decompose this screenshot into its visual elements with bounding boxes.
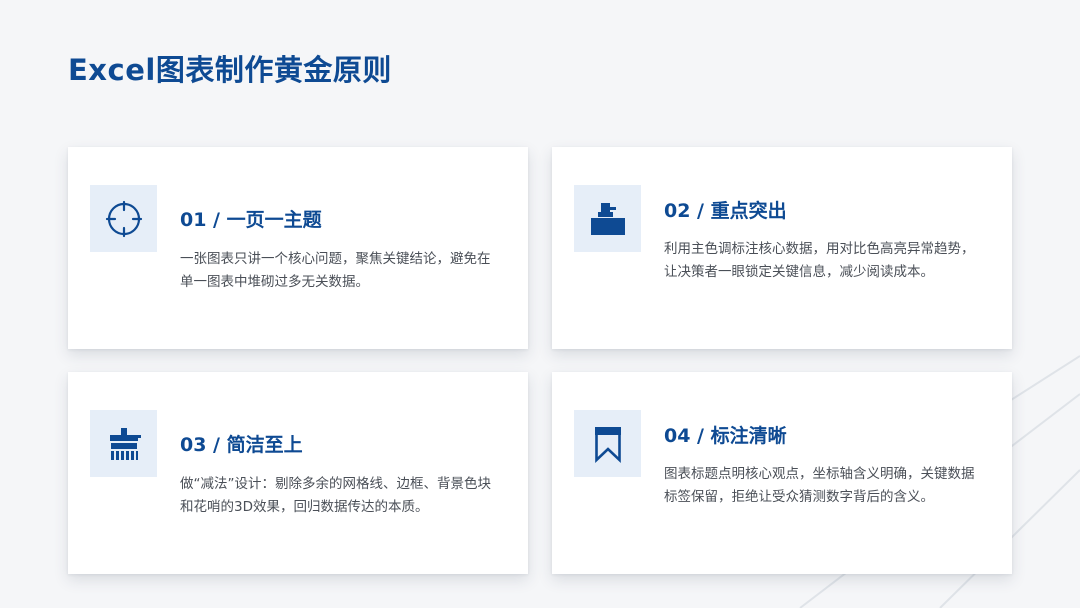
principle-card-2: 02 / 重点突出 利用主色调标注核心数据，用对比色高亮异常趋势，让决策者一眼锁… bbox=[552, 147, 1012, 349]
card-title: 02 / 重点突出 bbox=[664, 200, 787, 222]
card-title: 03 / 简洁至上 bbox=[180, 434, 303, 456]
principle-card-3: 03 / 简洁至上 做“减法”设计：剔除多余的网格线、边框、背景色块和花哨的3D… bbox=[68, 372, 528, 574]
card-title: 01 / 一页一主题 bbox=[180, 209, 322, 231]
page-title: Excel图表制作黄金原则 bbox=[68, 53, 392, 87]
stamp-icon bbox=[590, 202, 625, 235]
card-description: 利用主色调标注核心数据，用对比色高亮异常趋势，让决策者一眼锁定关键信息，减少阅读… bbox=[664, 241, 975, 280]
card-title: 04 / 标注清晰 bbox=[664, 425, 787, 447]
principle-card-1: 01 / 一页一主题 一张图表只讲一个核心问题，聚焦关键结论，避免在单一图表中堆… bbox=[68, 147, 528, 349]
card-description: 一张图表只讲一个核心问题，聚焦关键结论，避免在单一图表中堆砌过多无关数据。 bbox=[180, 251, 491, 290]
principle-card-4: 04 / 标注清晰 图表标题点明核心观点，坐标轴含义明确，关键数据标签保留，拒绝… bbox=[552, 372, 1012, 574]
card-description: 做“减法”设计：剔除多余的网格线、边框、背景色块和花哨的3D效果，回归数据传达的… bbox=[180, 476, 491, 515]
card-description: 图表标题点明核心观点，坐标轴含义明确，关键数据标签保留，拒绝让受众猜测数字背后的… bbox=[664, 466, 975, 505]
icon-box bbox=[574, 185, 641, 252]
bookmark-icon bbox=[594, 426, 621, 463]
icon-box bbox=[574, 410, 641, 477]
icon-box bbox=[90, 185, 157, 252]
brush-icon bbox=[109, 427, 141, 460]
crosshair-icon bbox=[105, 200, 142, 237]
icon-box bbox=[90, 410, 157, 477]
